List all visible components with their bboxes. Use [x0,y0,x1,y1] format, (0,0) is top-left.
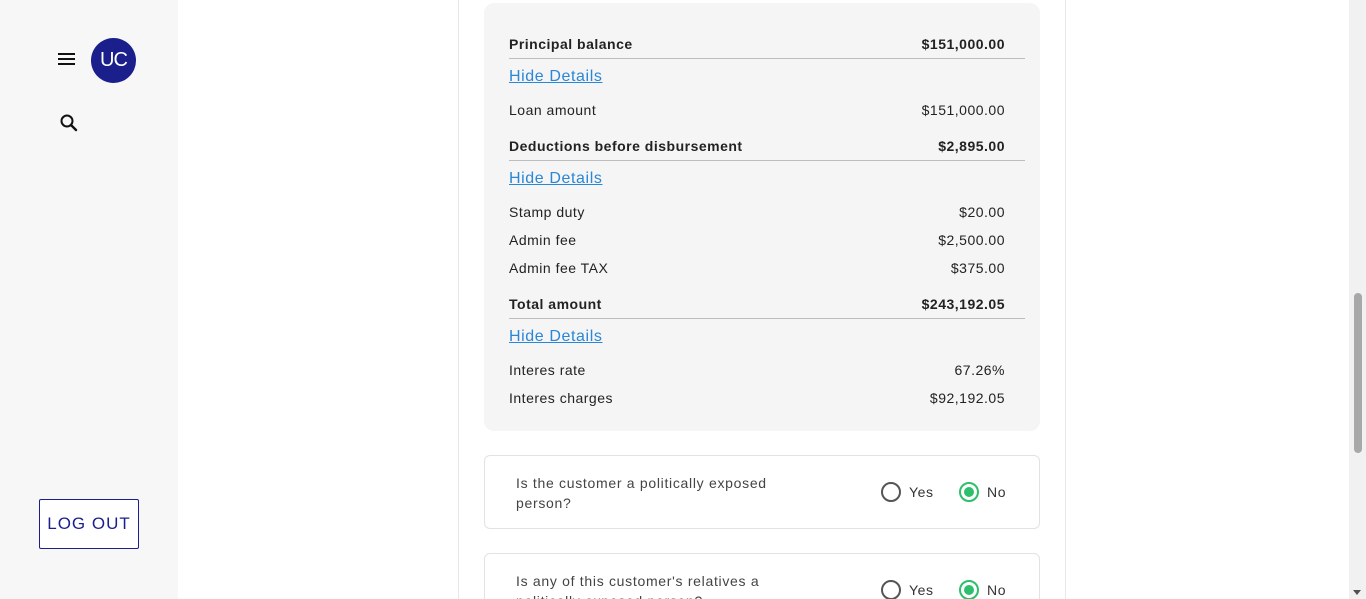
pep-no-option[interactable]: No [959,482,1006,502]
radio-unchecked-icon[interactable] [881,580,901,599]
deductions-value: $2,895.00 [938,138,1005,154]
hide-details-total-link[interactable]: Hide Details [509,328,602,346]
principal-balance-label: Principal balance [509,36,633,52]
stamp-duty-row: Stamp duty $20.00 [509,204,1005,220]
sidebar: UC LOG OUT [0,0,178,599]
admin-fee-value: $2,500.00 [938,232,1005,248]
admin-fee-tax-label: Admin fee TAX [509,260,609,276]
relatives-pep-no-label: No [987,582,1007,598]
relatives-pep-question-text: Is any of this customer's relatives a po… [516,573,760,599]
pep-question-card: Is the customer a politically exposed pe… [484,455,1040,529]
logout-button[interactable]: LOG OUT [39,499,139,549]
interest-charges-value: $92,192.05 [929,390,1005,406]
search-icon[interactable] [58,112,80,134]
divider [509,160,1025,161]
pep-no-label: No [987,484,1007,500]
stamp-duty-label: Stamp duty [509,204,585,220]
admin-fee-tax-value: $375.00 [950,260,1005,276]
relatives-pep-question-card: Is any of this customer's relatives a po… [484,553,1040,599]
deductions-label: Deductions before disbursement [509,138,743,154]
admin-fee-tax-row: Admin fee TAX $375.00 [509,260,1005,276]
total-amount-row: Total amount $243,192.05 [509,296,1005,312]
avatar[interactable]: UC [91,38,136,83]
admin-fee-row: Admin fee $2,500.00 [509,232,1005,248]
total-amount-value: $243,192.05 [921,296,1005,312]
radio-checked-icon[interactable] [959,482,979,502]
loan-amount-value: $151,000.00 [921,102,1005,118]
hide-details-principal-link[interactable]: Hide Details [509,68,602,86]
stamp-duty-value: $20.00 [959,204,1005,220]
relatives-pep-no-option[interactable]: No [959,580,1006,599]
relatives-pep-yes-label: Yes [909,582,934,598]
principal-balance-row: Principal balance $151,000.00 [509,36,1005,52]
scrollbar-thumb[interactable] [1354,293,1362,453]
scroll-down-arrow-icon[interactable] [1353,590,1361,595]
radio-checked-icon[interactable] [959,580,979,599]
divider [509,318,1025,319]
interest-rate-row: Interes rate 67.26% [509,362,1005,378]
interest-charges-label: Interes charges [509,390,613,406]
radio-unchecked-icon[interactable] [881,482,901,502]
hamburger-menu-icon[interactable] [56,50,78,70]
total-amount-label: Total amount [509,296,602,312]
interest-rate-label: Interes rate [509,362,586,378]
admin-fee-label: Admin fee [509,232,577,248]
vertical-scrollbar[interactable] [1349,0,1366,599]
loan-amount-label: Loan amount [509,102,597,118]
pep-question-text: Is the customer a politically exposed pe… [516,475,767,511]
pep-yes-option[interactable]: Yes [881,482,934,502]
hide-details-deductions-link[interactable]: Hide Details [509,170,602,188]
divider [509,58,1025,59]
principal-balance-value: $151,000.00 [921,36,1005,52]
interest-charges-row: Interes charges $92,192.05 [509,390,1005,406]
loan-amount-row: Loan amount $151,000.00 [509,102,1005,118]
relatives-pep-yes-option[interactable]: Yes [881,580,934,599]
interest-rate-value: 67.26% [954,362,1005,378]
pep-yes-label: Yes [909,484,934,500]
deductions-row: Deductions before disbursement $2,895.00 [509,138,1005,154]
